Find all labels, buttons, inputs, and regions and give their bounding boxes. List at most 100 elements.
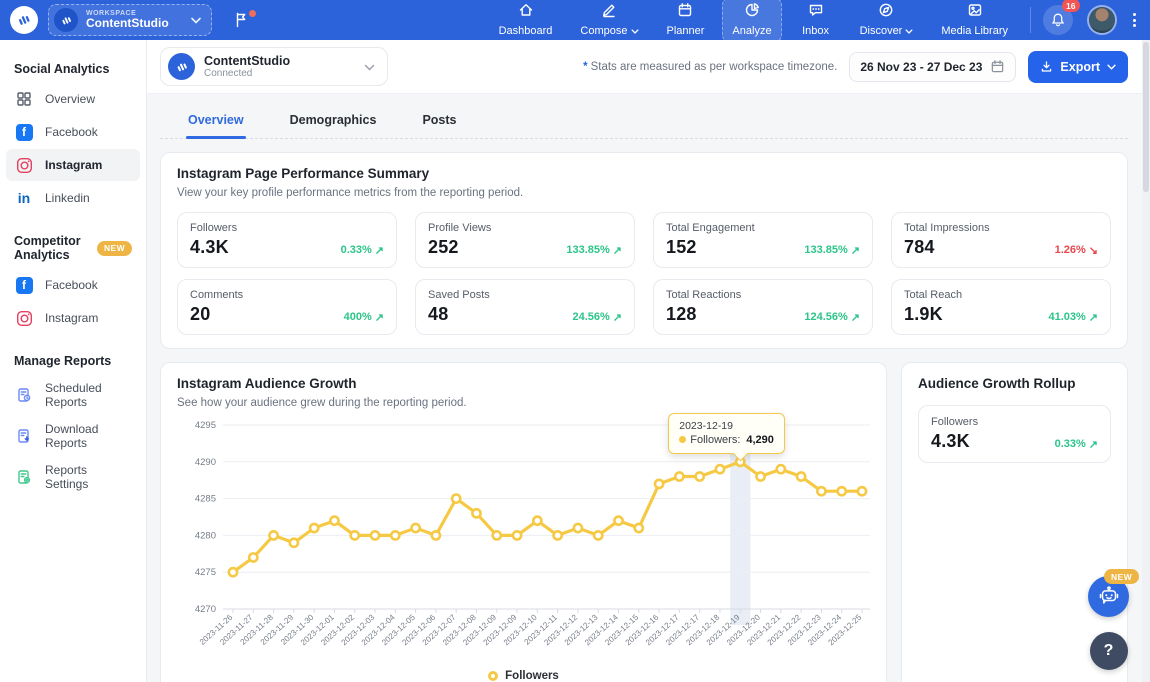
followers-series-icon [488,671,498,681]
sidebar-item-scheduled-reports[interactable]: Scheduled Reports [6,375,140,415]
bell-icon [1050,12,1066,28]
metric-card-followers: Followers 4.3K 0.33%↗ [177,212,397,268]
svg-text:4275: 4275 [195,567,216,578]
chat-icon [808,2,824,23]
scrollbar-thumb[interactable] [1143,42,1149,192]
divider [1030,7,1031,33]
tooltip-date: 2023-12-19 [679,420,774,432]
sidebar-item-overview[interactable]: Overview [6,83,140,115]
top-navigation-bar: WORKSPACE ContentStudio Dashboard Compos… [0,0,1150,40]
nav-dashboard[interactable]: Dashboard [489,0,563,42]
facebook-icon: f [14,275,34,295]
date-range-picker[interactable]: 26 Nov 23 - 27 Dec 23 [849,52,1016,82]
growth-subtitle: See how your audience grew during the re… [177,397,870,409]
facebook-icon: f [14,122,34,142]
scheduled-report-icon [14,385,34,405]
date-range-value: 26 Nov 23 - 27 Dec 23 [860,60,982,74]
nav-inbox[interactable]: Inbox [790,0,842,42]
account-status: Connected [204,68,290,79]
tooltip-series: Followers: [690,434,740,446]
trend-arrow-icon: ↘ [1089,244,1098,257]
sidebar-item-label: Scheduled Reports [45,381,132,409]
report-settings-icon [14,467,34,487]
sidebar-item-competitor-facebook[interactable]: f Facebook [6,269,140,301]
section-manage-reports: Manage Reports [0,346,146,374]
trend-arrow-icon: ↗ [851,244,860,257]
notifications-bell[interactable]: 16 [1043,5,1073,35]
contentstudio-logo[interactable] [10,6,38,34]
user-avatar[interactable] [1089,7,1115,33]
audience-growth-card: Instagram Audience Growth See how your a… [160,362,887,682]
pencil-icon [601,2,617,23]
nav-planner[interactable]: Planner [657,0,715,42]
metric-card-saved-posts: Saved Posts 48 24.56%↗ [415,279,635,335]
sidebar-item-download-reports[interactable]: Download Reports [6,416,140,456]
nav-discover[interactable]: Discover [850,0,924,42]
growth-title: Instagram Audience Growth [177,376,870,391]
more-options-kebab-icon[interactable] [1129,9,1140,31]
sidebar-item-instagram[interactable]: Instagram [6,149,140,181]
sidebar-item-facebook[interactable]: f Facebook [6,116,140,148]
grid-icon [14,89,34,109]
metric-card-total-engagement: Total Engagement 152 133.85%↗ [653,212,873,268]
sidebar-item-label: Download Reports [45,422,132,450]
nav-label: Planner [667,25,705,37]
trend-arrow-icon: ↗ [613,244,622,257]
download-report-icon [14,426,34,446]
sidebar-item-label: Reports Settings [45,463,132,491]
tab-overview[interactable]: Overview [186,104,246,138]
chevron-down-icon [364,58,375,76]
nav-media-library[interactable]: Media Library [931,0,1018,42]
svg-text:4285: 4285 [195,494,216,505]
chevron-down-icon [905,29,913,34]
tab-posts[interactable]: Posts [420,104,458,138]
nav-label: Media Library [941,25,1008,37]
chevron-down-icon [191,11,201,29]
announcements-flag-icon[interactable] [234,12,249,28]
export-button[interactable]: Export [1028,51,1128,83]
notification-count-badge: 16 [1062,0,1080,12]
page-header: ContentStudio Connected *Stats are measu… [147,40,1150,94]
tab-demographics[interactable]: Demographics [288,104,379,138]
trend-arrow-icon: ↗ [375,244,384,257]
main-navigation: Dashboard Compose Planner Analyze Inbox … [489,0,1018,42]
metric-card-profile-views: Profile Views 252 133.85%↗ [415,212,635,268]
ai-assistant-button[interactable]: NEW [1088,576,1129,617]
sidebar-item-competitor-instagram[interactable]: Instagram [6,302,140,334]
nav-compose[interactable]: Compose [570,0,648,42]
sidebar-item-linkedin[interactable]: in Linkedin [6,182,140,214]
tooltip-value: 4,290 [746,434,774,446]
audience-growth-chart[interactable]: 4295429042854280427542702023-11-262023-1… [177,417,870,668]
asterisk: * [583,61,587,73]
help-button[interactable]: ? [1090,632,1128,670]
workspace-selector[interactable]: WORKSPACE ContentStudio [48,4,212,36]
svg-text:4270: 4270 [195,604,216,615]
trend-arrow-icon: ↗ [851,311,860,324]
svg-text:4295: 4295 [195,420,216,431]
connected-account-selector[interactable]: ContentStudio Connected [160,47,388,86]
nav-label: Dashboard [499,25,553,37]
trend-arrow-icon: ↗ [375,311,384,324]
vertical-scrollbar[interactable] [1142,40,1150,682]
summary-title: Instagram Page Performance Summary [177,166,1111,181]
linkedin-icon: in [14,188,34,208]
nav-analyze[interactable]: Analyze [722,0,781,42]
home-icon [518,2,534,23]
sidebar-item-label: Facebook [45,125,98,139]
robot-icon [1097,585,1121,609]
trend-arrow-icon: ↗ [1089,311,1098,324]
chart-legend[interactable]: Followers [177,670,870,682]
account-name: ContentStudio [204,54,290,68]
media-icon [967,2,983,23]
metric-card-total-reactions: Total Reactions 128 124.56%↗ [653,279,873,335]
metric-card-total-impressions: Total Impressions 784 1.26%↘ [891,212,1111,268]
calendar-icon [990,59,1005,74]
sidebar-item-label: Linkedin [45,191,90,205]
analytics-content: Overview Demographics Posts Instagram Pa… [147,94,1150,682]
series-dot-icon [679,436,686,443]
trend-arrow-icon: ↗ [1089,438,1098,451]
sidebar-item-reports-settings[interactable]: Reports Settings [6,457,140,497]
sidebar-item-label: Overview [45,92,95,106]
legend-label: Followers [505,670,559,682]
timezone-note: *Stats are measured as per workspace tim… [583,61,837,73]
